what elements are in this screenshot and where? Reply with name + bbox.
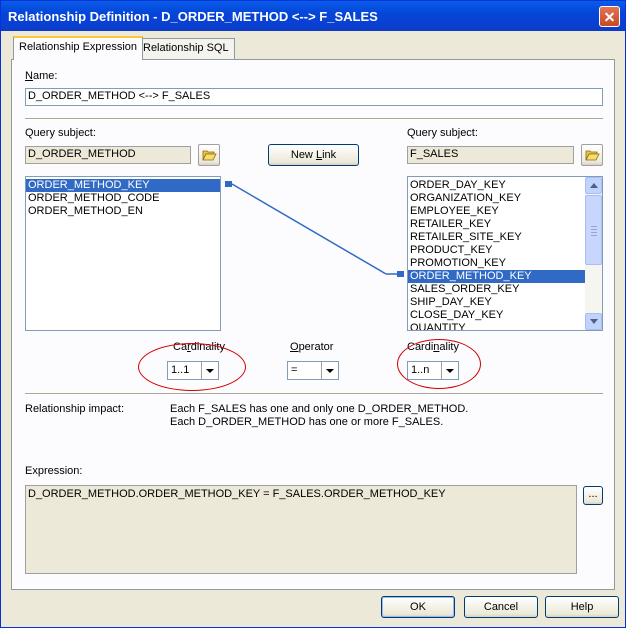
list-item[interactable]: ORGANIZATION_KEY [408,192,586,205]
operator-value: = [291,364,298,376]
left-query-subject-field: D_ORDER_METHOD [25,146,191,164]
title-bar[interactable]: Relationship Definition - D_ORDER_METHOD… [1,1,625,31]
list-item[interactable]: ORDER_METHOD_CODE [26,192,220,205]
right-query-subject-field: F_SALES [407,146,574,164]
open-folder-icon [585,150,600,161]
list-item[interactable]: EMPLOYEE_KEY [408,205,586,218]
scroll-down-icon[interactable] [585,313,602,330]
list-item[interactable]: RETAILER_KEY [408,218,586,231]
scroll-thumb[interactable] [585,195,602,265]
window-title: Relationship Definition - D_ORDER_METHOD… [8,9,378,24]
tab-label: Relationship Expression [19,41,138,53]
list-item[interactable]: SHIP_DAY_KEY [408,296,586,309]
operator-label: Operator [290,341,334,353]
link-endpoint-right[interactable] [397,271,404,277]
dialog-window: Relationship Definition - D_ORDER_METHOD… [0,0,626,628]
name-value: D_ORDER_METHOD <--> F_SALES [28,90,211,102]
expression-label: Expression: [25,465,83,477]
relationship-impact-line1: Each F_SALES has one and only one D_ORDE… [170,403,469,415]
right-query-subject-value: F_SALES [410,148,459,160]
open-folder-icon [202,150,217,161]
left-query-subject-label: Query subject: [25,127,96,139]
annotation-circle-right [397,339,481,389]
tab-relationship-expression[interactable]: Relationship Expression [13,36,144,60]
expression-field[interactable]: D_ORDER_METHOD.ORDER_METHOD_KEY = F_SALE… [25,485,577,574]
separator [25,393,603,395]
close-icon[interactable] [599,6,620,27]
left-query-subject-value: D_ORDER_METHOD [28,148,136,160]
scroll-up-icon[interactable] [585,177,602,194]
list-item[interactable]: ORDER_METHOD_KEY [26,179,220,192]
right-column-list[interactable]: ORDER_DAY_KEY ORGANIZATION_KEY EMPLOYEE_KE… [407,176,603,331]
right-list-scrollbar[interactable] [585,177,602,330]
right-query-subject-label: Query subject: [407,127,478,139]
tab-relationship-sql[interactable]: Relationship SQL [137,38,235,59]
left-column-list[interactable]: ORDER_METHOD_KEY ORDER_METHOD_CODE ORDER_M… [25,176,221,331]
list-item[interactable]: SALES_ORDER_KEY [408,283,586,296]
relationship-impact-line2: Each D_ORDER_METHOD has one or more F_SA… [170,416,444,428]
operator-select[interactable]: = [287,361,339,380]
expression-edit-button[interactable]: ... [583,486,603,505]
right-open-folder-button[interactable] [581,144,603,166]
link-line[interactable] [231,183,387,275]
relationship-link [225,181,404,277]
tab-label: Relationship SQL [143,42,229,54]
link-endpoint-left[interactable] [225,181,232,187]
name-field[interactable]: D_ORDER_METHOD <--> F_SALES [25,88,603,106]
chevron-down-icon[interactable] [321,362,338,379]
relationship-impact-label: Relationship impact: [25,403,125,415]
list-item[interactable]: ORDER_METHOD_EN [26,205,220,218]
annotation-circle-left [138,343,246,391]
left-open-folder-button[interactable] [198,144,220,166]
list-item[interactable]: CLOSE_DAY_KEY [408,309,586,322]
list-item[interactable]: PROMOTION_KEY [408,257,586,270]
ok-button[interactable]: OK [381,596,455,618]
list-item[interactable]: QUANTITY [408,322,586,330]
list-item[interactable]: ORDER_METHOD_KEY [408,270,586,283]
list-item[interactable]: RETAILER_SITE_KEY [408,231,586,244]
separator [25,118,603,120]
cancel-button[interactable]: Cancel [464,596,538,618]
list-item[interactable]: ORDER_DAY_KEY [408,179,586,192]
expression-value: D_ORDER_METHOD.ORDER_METHOD_KEY = F_SALE… [28,488,446,500]
list-item[interactable]: PRODUCT_KEY [408,244,586,257]
name-label: Name: [25,70,58,82]
help-button[interactable]: Help [545,596,619,618]
new-link-button[interactable]: New Link [268,144,359,166]
